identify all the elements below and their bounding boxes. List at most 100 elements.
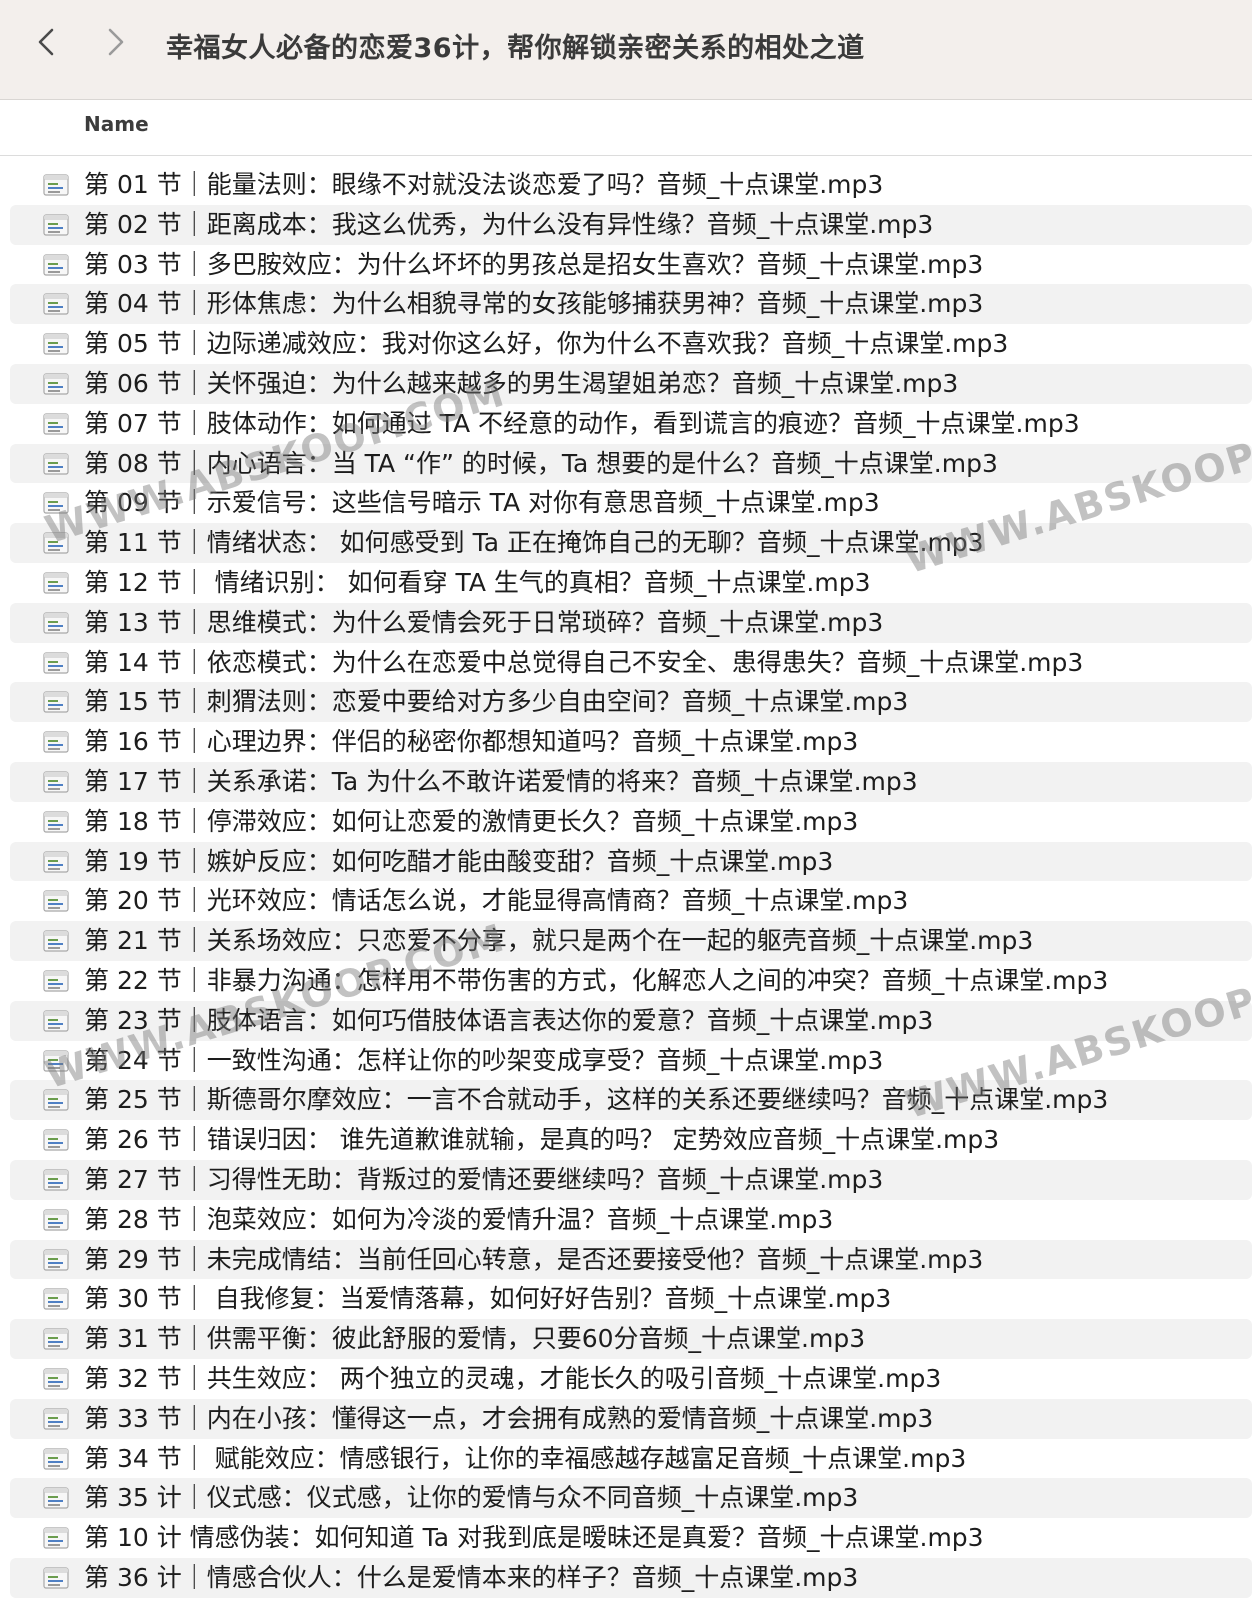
file-name: 第 18 节｜停滞效应：如何让恋爱的激情更长久？音频_十点课堂.mp3	[84, 806, 859, 836]
audio-file-icon	[42, 611, 70, 635]
file-name: 第 06 节｜关怀强迫：为什么越来越多的男生渴望姐弟恋？音频_十点课堂.mp3	[84, 368, 959, 398]
audio-file-icon	[42, 452, 70, 476]
file-name: 第 26 节｜错误归因： 谁先道歉谁就输，是真的吗？ 定势效应音频_十点课堂.m…	[84, 1125, 1000, 1155]
audio-file-icon	[42, 1526, 70, 1550]
file-row[interactable]: 第 01 节｜能量法则：眼缘不对就没法谈恋爱了吗？音频_十点课堂.mp3	[10, 165, 1252, 205]
audio-file-icon	[42, 929, 70, 953]
file-name: 第 08 节｜内心语言：当 TA “作” 的时候，Ta 想要的是什么？音频_十点…	[84, 448, 998, 478]
file-row[interactable]: 第 26 节｜错误归因： 谁先道歉谁就输，是真的吗？ 定势效应音频_十点课堂.m…	[10, 1120, 1252, 1160]
file-row[interactable]: 第 11 节｜情绪状态： 如何感受到 Ta 正在掩饰自己的无聊？音频_十点课堂.…	[10, 523, 1252, 563]
file-row[interactable]: 第 14 节｜依恋模式：为什么在恋爱中总觉得自己不安全、患得患失？音频_十点课堂…	[10, 643, 1252, 683]
file-name: 第 24 节｜一致性沟通：怎样让你的吵架变成享受？音频_十点课堂.mp3	[84, 1045, 884, 1075]
file-row[interactable]: 第 23 节｜肢体语言：如何巧借肢体语言表达你的爱意？音频_十点课堂.mp3	[10, 1000, 1252, 1041]
name-column-header[interactable]: Name	[84, 112, 149, 136]
file-row[interactable]: 第 15 节｜刺猬法则：恋爱中要给对方多少自由空间？音频_十点课堂.mp3	[10, 682, 1252, 723]
audio-file-icon	[42, 332, 70, 356]
file-name: 第 15 节｜刺猬法则：恋爱中要给对方多少自由空间？音频_十点课堂.mp3	[84, 687, 909, 717]
audio-file-icon	[42, 1248, 70, 1272]
file-row[interactable]: 第 06 节｜关怀强迫：为什么越来越多的男生渴望姐弟恋？音频_十点课堂.mp3	[10, 363, 1252, 404]
audio-file-icon	[42, 1168, 70, 1192]
file-row[interactable]: 第 29 节｜未完成情结：当前任回心转意，是否还要接受他？音频_十点课堂.mp3	[10, 1239, 1252, 1280]
audio-file-icon	[42, 1287, 70, 1311]
forward-button[interactable]	[96, 22, 136, 62]
file-name: 第 05 节｜边际递减效应：我对你这么好，你为什么不喜欢我？音频_十点课堂.mp…	[84, 329, 1009, 359]
file-name: 第 29 节｜未完成情结：当前任回心转意，是否还要接受他？音频_十点课堂.mp3	[84, 1244, 984, 1274]
file-row[interactable]: 第 13 节｜思维模式：为什么爱情会死于日常琐碎？音频_十点课堂.mp3	[10, 602, 1252, 643]
audio-file-icon	[42, 531, 70, 555]
audio-file-icon	[42, 730, 70, 754]
file-name: 第 14 节｜依恋模式：为什么在恋爱中总觉得自己不安全、患得患失？音频_十点课堂…	[84, 647, 1084, 677]
file-row[interactable]: 第 30 节｜ 自我修复：当爱情落幕，如何好好告别？音频_十点课堂.mp3	[10, 1279, 1252, 1319]
file-name: 第 36 计｜情感合伙人：什么是爱情本来的样子？音频_十点课堂.mp3	[84, 1562, 859, 1592]
file-name: 第 22 节｜非暴力沟通：怎样用不带伤害的方式，化解恋人之间的冲突？音频_十点课…	[84, 965, 1109, 995]
audio-file-icon	[42, 1447, 70, 1471]
file-name: 第 34 节｜ 赋能效应：情感银行，让你的幸福感越存越富足音频_十点课堂.mp3	[84, 1443, 967, 1473]
audio-file-icon	[42, 1208, 70, 1232]
file-row[interactable]: 第 21 节｜关系场效应：只恋爱不分享，就只是两个在一起的躯壳音频_十点课堂.m…	[10, 921, 1252, 961]
file-row[interactable]: 第 12 节｜ 情绪识别： 如何看穿 TA 生气的真相？音频_十点课堂.mp3	[10, 563, 1252, 603]
audio-file-icon	[42, 292, 70, 316]
file-name: 第 30 节｜ 自我修复：当爱情落幕，如何好好告别？音频_十点课堂.mp3	[84, 1284, 892, 1314]
file-row[interactable]: 第 18 节｜停滞效应：如何让恋爱的激情更长久？音频_十点课堂.mp3	[10, 802, 1252, 842]
audio-file-icon	[42, 770, 70, 794]
file-row[interactable]: 第 35 计｜仪式感：仪式感，让你的爱情与众不同音频_十点课堂.mp3	[10, 1478, 1252, 1519]
file-row[interactable]: 第 10 计 情感伪装：如何知道 Ta 对我到底是暧昧还是真爱？音频_十点课堂.…	[10, 1518, 1252, 1558]
file-row[interactable]: 第 16 节｜心理边界：伴侣的秘密你都想知道吗？音频_十点课堂.mp3	[10, 722, 1252, 762]
file-name: 第 02 节｜距离成本：我这么优秀，为什么没有异性缘？音频_十点课堂.mp3	[84, 209, 934, 239]
audio-file-icon	[42, 850, 70, 874]
audio-file-icon	[42, 1009, 70, 1033]
file-name: 第 09 节｜示爱信号：这些信号暗示 TA 对你有意思音频_十点课堂.mp3	[84, 488, 880, 518]
file-row[interactable]: 第 32 节｜共生效应： 两个独立的灵魂，才能长久的吸引音频_十点课堂.mp3	[10, 1359, 1252, 1399]
file-row[interactable]: 第 08 节｜内心语言：当 TA “作” 的时候，Ta 想要的是什么？音频_十点…	[10, 443, 1252, 484]
audio-file-icon	[42, 1566, 70, 1590]
file-row[interactable]: 第 03 节｜多巴胺效应：为什么坏坏的男孩总是招女生喜欢？音频_十点课堂.mp3	[10, 245, 1252, 285]
file-name: 第 21 节｜关系场效应：只恋爱不分享，就只是两个在一起的躯壳音频_十点课堂.m…	[84, 926, 1034, 956]
file-row[interactable]: 第 28 节｜泡菜效应：如何为冷淡的爱情升温？音频_十点课堂.mp3	[10, 1200, 1252, 1240]
file-row[interactable]: 第 07 节｜肢体动作：如何通过 TA 不经意的动作，看到谎言的痕迹？音频_十点…	[10, 404, 1252, 444]
file-row[interactable]: 第 09 节｜示爱信号：这些信号暗示 TA 对你有意思音频_十点课堂.mp3	[10, 483, 1252, 523]
file-row[interactable]: 第 17 节｜关系承诺：Ta 为什么不敢许诺爱情的将来？音频_十点课堂.mp3	[10, 761, 1252, 802]
file-name: 第 35 计｜仪式感：仪式感，让你的爱情与众不同音频_十点课堂.mp3	[84, 1483, 859, 1513]
file-row[interactable]: 第 33 节｜内在小孩：懂得这一点，才会拥有成熟的爱情音频_十点课堂.mp3	[10, 1398, 1252, 1439]
file-row[interactable]: 第 02 节｜距离成本：我这么优秀，为什么没有异性缘？音频_十点课堂.mp3	[10, 204, 1252, 245]
file-name: 第 28 节｜泡菜效应：如何为冷淡的爱情升温？音频_十点课堂.mp3	[84, 1204, 834, 1234]
file-row[interactable]: 第 20 节｜光环效应：情话怎么说，才能显得高情商？音频_十点课堂.mp3	[10, 881, 1252, 921]
file-row[interactable]: 第 34 节｜ 赋能效应：情感银行，让你的幸福感越存越富足音频_十点课堂.mp3	[10, 1439, 1252, 1479]
audio-file-icon	[42, 1327, 70, 1351]
file-list: 第 01 节｜能量法则：眼缘不对就没法谈恋爱了吗？音频_十点课堂.mp3 第 02…	[0, 165, 1252, 1624]
file-row[interactable]: 第 27 节｜习得性无助：背叛过的爱情还要继续吗？音频_十点课堂.mp3	[10, 1159, 1252, 1200]
audio-file-icon	[42, 969, 70, 993]
file-name: 第 04 节｜形体焦虑：为什么相貌寻常的女孩能够捕获男神？音频_十点课堂.mp3	[84, 289, 984, 319]
audio-file-icon	[42, 651, 70, 675]
file-row[interactable]: 第 22 节｜非暴力沟通：怎样用不带伤害的方式，化解恋人之间的冲突？音频_十点课…	[10, 961, 1252, 1001]
file-name: 第 17 节｜关系承诺：Ta 为什么不敢许诺爱情的将来？音频_十点课堂.mp3	[84, 766, 918, 796]
file-name: 第 19 节｜嫉妒反应：如何吃醋才能由酸变甜？音频_十点课堂.mp3	[84, 846, 834, 876]
back-button[interactable]	[26, 22, 66, 62]
audio-file-icon	[42, 213, 70, 237]
audio-file-icon	[42, 412, 70, 436]
file-row[interactable]: 第 04 节｜形体焦虑：为什么相貌寻常的女孩能够捕获男神？音频_十点课堂.mp3	[10, 284, 1252, 325]
audio-file-icon	[42, 1049, 70, 1073]
file-row[interactable]: 第 36 计｜情感合伙人：什么是爱情本来的样子？音频_十点课堂.mp3	[10, 1557, 1252, 1598]
file-row[interactable]: 第 19 节｜嫉妒反应：如何吃醋才能由酸变甜？音频_十点课堂.mp3	[10, 841, 1252, 882]
audio-file-icon	[42, 810, 70, 834]
file-name: 第 31 节｜供需平衡：彼此舒服的爱情，只要60分音频_十点课堂.mp3	[84, 1324, 866, 1354]
file-name: 第 07 节｜肢体动作：如何通过 TA 不经意的动作，看到谎言的痕迹？音频_十点…	[84, 408, 1080, 438]
audio-file-icon	[42, 889, 70, 913]
audio-file-icon	[42, 690, 70, 714]
audio-file-icon	[42, 1486, 70, 1510]
file-row[interactable]: 第 31 节｜供需平衡：彼此舒服的爱情，只要60分音频_十点课堂.mp3	[10, 1319, 1252, 1359]
chevron-left-icon	[38, 28, 54, 56]
chevron-right-icon	[108, 28, 124, 56]
file-name: 第 16 节｜心理边界：伴侣的秘密你都想知道吗？音频_十点课堂.mp3	[84, 727, 859, 757]
audio-file-icon	[42, 173, 70, 197]
file-row[interactable]: 第 24 节｜一致性沟通：怎样让你的吵架变成享受？音频_十点课堂.mp3	[10, 1041, 1252, 1081]
window-title: 幸福女人必备的恋爱36计，帮你解锁亲密关系的相处之道	[166, 33, 865, 64]
file-row[interactable]: 第 25 节｜斯德哥尔摩效应：一言不合就动手，这样的关系还要继续吗？音频_十点课…	[10, 1080, 1252, 1121]
title-bar: 幸福女人必备的恋爱36计，帮你解锁亲密关系的相处之道	[0, 0, 1252, 100]
file-name: 第 27 节｜习得性无助：背叛过的爱情还要继续吗？音频_十点课堂.mp3	[84, 1164, 884, 1194]
file-row[interactable]: 第 05 节｜边际递减效应：我对你这么好，你为什么不喜欢我？音频_十点课堂.mp…	[10, 324, 1252, 364]
audio-file-icon	[42, 372, 70, 396]
column-header: Name	[0, 100, 1252, 156]
audio-file-icon	[42, 1407, 70, 1431]
